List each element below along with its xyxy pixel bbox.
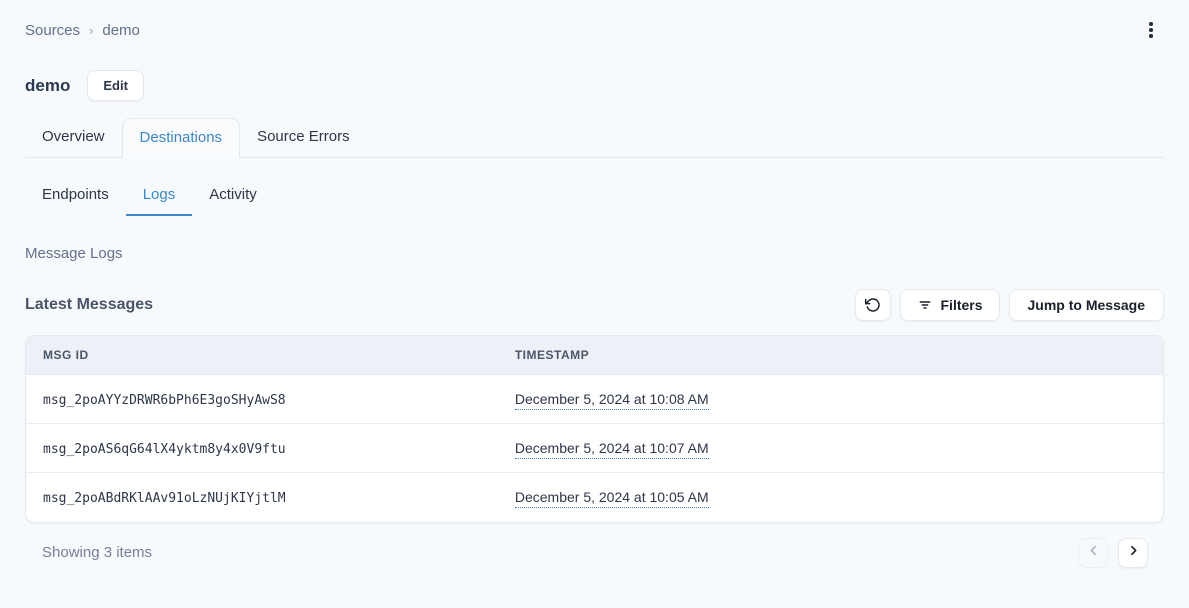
message-actions: Filters Jump to Message (855, 289, 1165, 321)
msg-id-value: msg_2poAS6qG64lX4yktm8y4x0V9ftu (43, 442, 286, 457)
jump-to-message-button[interactable]: Jump to Message (1009, 289, 1164, 321)
subtab-endpoints[interactable]: Endpoints (25, 175, 126, 216)
table-row[interactable]: msg_2poAS6qG64lX4yktm8y4x0V9ftu December… (26, 424, 1163, 473)
filters-button-label: Filters (941, 297, 983, 313)
source-detail-page: Sources › demo demo Edit Overview Destin… (0, 0, 1189, 568)
filters-button[interactable]: Filters (900, 289, 1000, 321)
breadcrumb-demo[interactable]: demo (102, 22, 140, 39)
table-footer: Showing 3 items (25, 538, 1164, 568)
refresh-button[interactable] (855, 289, 891, 321)
subtab-logs[interactable]: Logs (126, 175, 193, 216)
tab-source-errors[interactable]: Source Errors (240, 118, 367, 157)
title-row: demo Edit (25, 70, 1164, 101)
msg-id-value: msg_2poABdRKlAAv91oLzNUjKIYjtlM (43, 491, 286, 506)
table-header-row: MSG ID TIMESTAMP (26, 336, 1163, 375)
table-row[interactable]: msg_2poABdRKlAAv91oLzNUjKIYjtlM December… (26, 473, 1163, 522)
breadcrumb-sources[interactable]: Sources (25, 22, 80, 39)
latest-messages-header: Latest Messages Filte (25, 289, 1164, 321)
edit-button[interactable]: Edit (87, 70, 144, 101)
subtab-activity[interactable]: Activity (192, 175, 274, 216)
chevron-right-icon (1127, 544, 1140, 562)
top-bar: Sources › demo (25, 0, 1164, 43)
previous-page-button[interactable] (1078, 538, 1108, 568)
column-header-timestamp: TIMESTAMP (498, 336, 1163, 375)
timestamp-value[interactable]: December 5, 2024 at 10:08 AM (515, 391, 709, 410)
filter-lines-icon (917, 297, 933, 313)
tab-destinations[interactable]: Destinations (122, 118, 241, 158)
next-page-button[interactable] (1118, 538, 1148, 568)
messages-table-card: MSG ID TIMESTAMP msg_2poAYYzDRWR6bPh6E3g… (25, 335, 1164, 523)
msg-id-value: msg_2poAYYzDRWR6bPh6E3goSHyAwS8 (43, 393, 286, 408)
items-count-summary: Showing 3 items (25, 544, 152, 561)
column-header-msg-id: MSG ID (26, 336, 498, 375)
rotate-ccw-icon (865, 297, 881, 313)
timestamp-value[interactable]: December 5, 2024 at 10:05 AM (515, 489, 709, 508)
breadcrumb: Sources › demo (25, 22, 140, 39)
chevron-left-icon (1087, 544, 1100, 562)
sub-tabs: Endpoints Logs Activity (25, 175, 1164, 216)
chevron-right-icon: › (89, 23, 93, 38)
main-tabs: Overview Destinations Source Errors (25, 118, 1164, 158)
latest-messages-title: Latest Messages (25, 296, 153, 314)
messages-table: MSG ID TIMESTAMP msg_2poAYYzDRWR6bPh6E3g… (26, 336, 1163, 522)
kebab-menu-icon[interactable] (1138, 17, 1164, 43)
pagination (1078, 538, 1148, 568)
section-label-message-logs: Message Logs (25, 245, 1164, 262)
tab-overview[interactable]: Overview (25, 118, 122, 157)
table-row[interactable]: msg_2poAYYzDRWR6bPh6E3goSHyAwS8 December… (26, 375, 1163, 424)
page-title: demo (25, 76, 70, 96)
timestamp-value[interactable]: December 5, 2024 at 10:07 AM (515, 440, 709, 459)
